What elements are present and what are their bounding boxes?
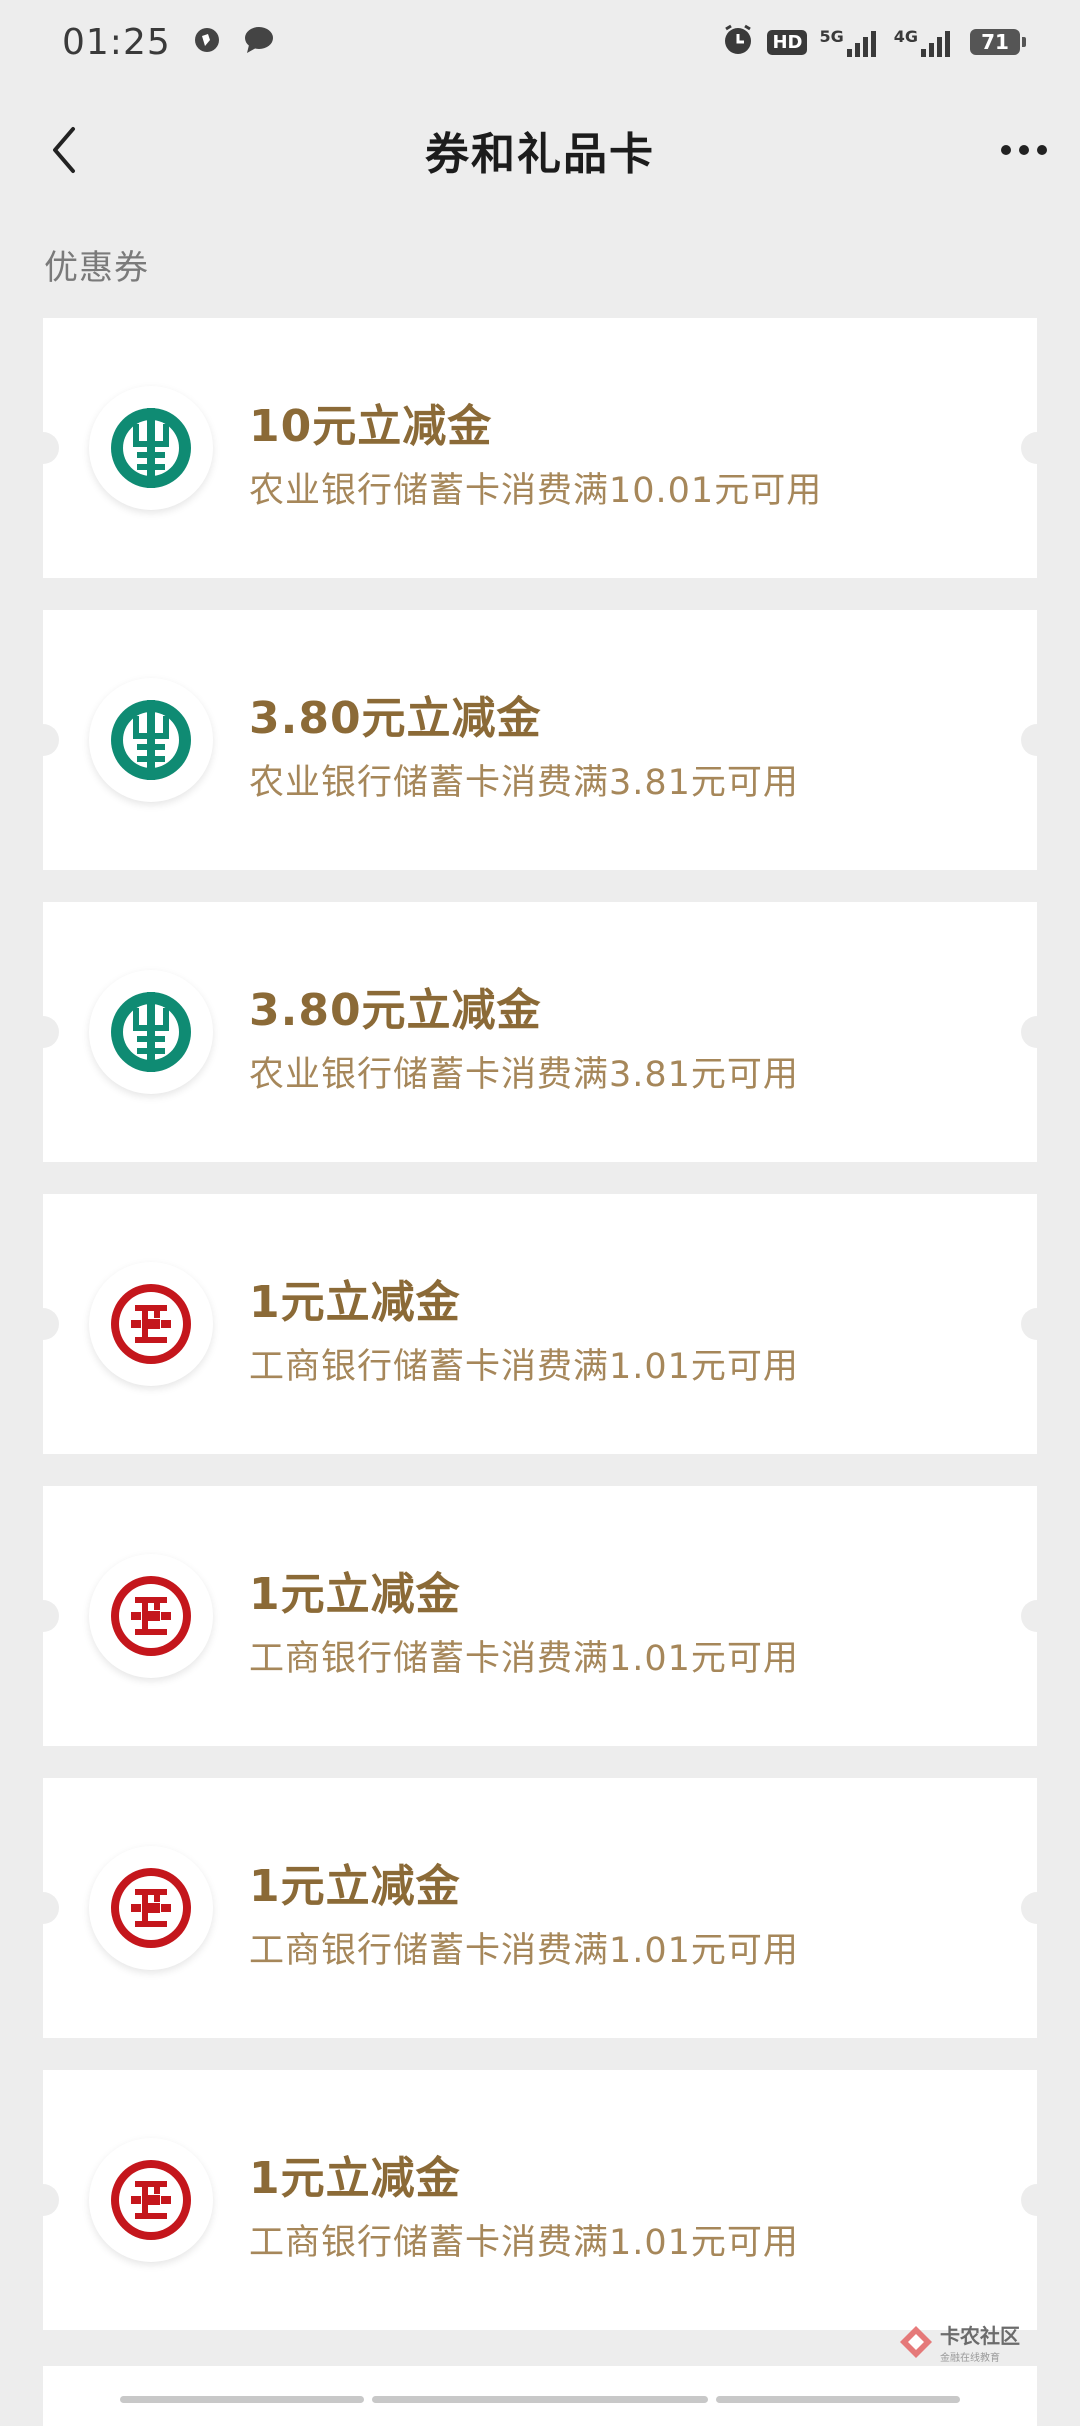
location-icon: [193, 26, 221, 58]
coupon-card[interactable]: 1元立减金 工商银行储蓄卡消费满1.01元可用: [27, 1778, 1053, 2038]
coupon-title: 1元立减金: [249, 1569, 461, 1620]
scroll-indicator: [120, 2396, 364, 2403]
scroll-indicator: [716, 2396, 960, 2403]
abc-bank-logo-icon: [89, 678, 213, 802]
more-options-button[interactable]: [992, 122, 1056, 178]
ticket-notch-left: [27, 1016, 59, 1048]
status-right: HD 5G 4G 71: [721, 23, 1026, 62]
ticket-notch-left: [27, 1308, 59, 1340]
coupon-description: 农业银行储蓄卡消费满3.81元可用: [249, 763, 799, 803]
coupon-title: 1元立减金: [249, 1861, 461, 1912]
page-title: 券和礼品卡: [425, 129, 655, 180]
ticket-notch-left: [27, 724, 59, 756]
coupon-list: 10元立减金 农业银行储蓄卡消费满10.01元可用 3.80元立减金 农业银行储…: [27, 318, 1053, 2362]
nav-bar: 券和礼品卡: [0, 100, 1080, 200]
icbc-bank-logo-icon: [89, 1846, 213, 1970]
coupon-title: 3.80元立减金: [249, 985, 542, 1036]
icbc-bank-logo-icon: [89, 2138, 213, 2262]
coupon-description: 工商银行储蓄卡消费满1.01元可用: [249, 2223, 799, 2263]
net-5g-label: 5G: [819, 27, 844, 46]
coupon-card[interactable]: 3.80元立减金 农业银行储蓄卡消费满3.81元可用: [27, 610, 1053, 870]
signal-4g-bars-icon: [921, 27, 950, 57]
coupon-card[interactable]: 3.80元立减金 农业银行储蓄卡消费满3.81元可用: [27, 902, 1053, 1162]
signal-5g-bars-icon: [846, 27, 876, 57]
hd-badge: HD: [767, 29, 808, 55]
alarm-icon: [721, 23, 755, 62]
coupon-title: 1元立减金: [249, 1277, 461, 1328]
watermark-text: 卡农社区 金融在线教育: [940, 2320, 1020, 2364]
section-label-coupons: 优惠券: [44, 248, 149, 288]
coupon-description: 工商银行储蓄卡消费满1.01元可用: [249, 1347, 799, 1387]
coupon-description: 工商银行储蓄卡消费满1.01元可用: [249, 1931, 799, 1971]
coupon-card[interactable]: 1元立减金 工商银行储蓄卡消费满1.01元可用: [27, 1194, 1053, 1454]
coupon-description: 农业银行储蓄卡消费满3.81元可用: [249, 1055, 799, 1095]
ticket-notch-right: [1021, 2184, 1053, 2216]
status-bar: 01:25 HD 5G 4G 71: [0, 0, 1080, 84]
net-4g-label: 4G: [893, 27, 918, 46]
chat-bubble-icon: [243, 25, 275, 59]
status-left: 01:25: [62, 22, 275, 63]
coupon-title: 1元立减金: [249, 2153, 461, 2204]
watermark-main: 卡农社区: [940, 2324, 1020, 2348]
more-dot-icon: [1001, 145, 1011, 155]
coupon-description: 工商银行储蓄卡消费满1.01元可用: [249, 1639, 799, 1679]
ticket-notch-right: [1021, 432, 1053, 464]
back-button[interactable]: [36, 122, 92, 178]
watermark: 卡农社区 金融在线教育: [898, 2320, 1020, 2364]
chevron-left-icon: [53, 127, 75, 173]
status-time: 01:25: [62, 21, 171, 63]
battery-indicator: 71: [970, 29, 1026, 55]
ticket-notch-left: [27, 1600, 59, 1632]
abc-bank-logo-icon: [89, 970, 213, 1094]
ticket-notch-right: [1021, 1600, 1053, 1632]
ticket-notch-left: [27, 1892, 59, 1924]
watermark-sub: 金融在线教育: [940, 2353, 1000, 2364]
ticket-notch-left: [27, 432, 59, 464]
more-dot-icon: [1037, 145, 1047, 155]
scroll-indicator: [372, 2396, 708, 2403]
signal-5g: 5G: [819, 27, 876, 57]
ticket-notch-right: [1021, 1016, 1053, 1048]
coupon-card[interactable]: 1元立减金 工商银行储蓄卡消费满1.01元可用: [27, 1486, 1053, 1746]
coupon-card[interactable]: 10元立减金 农业银行储蓄卡消费满10.01元可用: [27, 318, 1053, 578]
ticket-notch-right: [1021, 724, 1053, 756]
icbc-bank-logo-icon: [89, 1554, 213, 1678]
icbc-bank-logo-icon: [89, 1262, 213, 1386]
coupon-description: 农业银行储蓄卡消费满10.01元可用: [249, 471, 823, 511]
coupon-title: 10元立减金: [249, 401, 493, 452]
coupon-title: 3.80元立减金: [249, 693, 542, 744]
kanong-logo-icon: [900, 2326, 932, 2358]
more-dot-icon: [1019, 145, 1029, 155]
ticket-notch-right: [1021, 1308, 1053, 1340]
ticket-notch-right: [1021, 1892, 1053, 1924]
abc-bank-logo-icon: [89, 386, 213, 510]
ticket-notch-left: [27, 2184, 59, 2216]
coupon-card[interactable]: 1元立减金 工商银行储蓄卡消费满1.01元可用: [27, 2070, 1053, 2330]
signal-4g: 4G: [894, 27, 950, 57]
